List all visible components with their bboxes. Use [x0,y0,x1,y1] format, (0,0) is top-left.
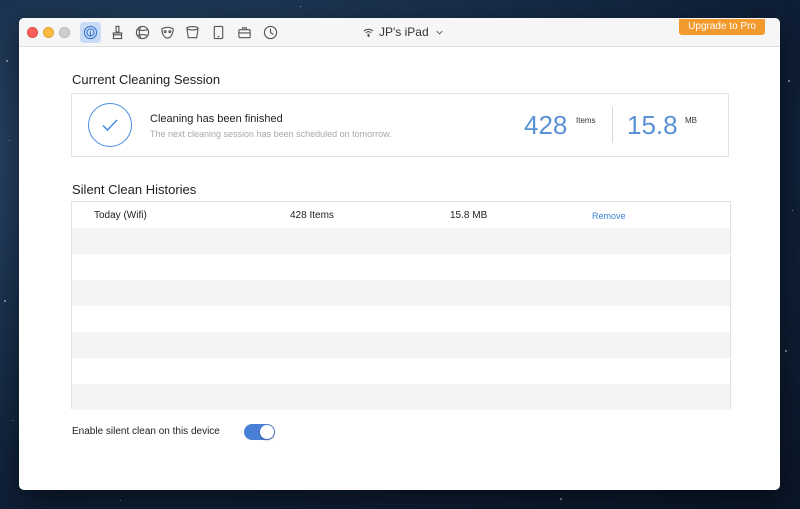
table-row [72,358,730,384]
history-table: Today (Wifi) 428 Items 15.8 MB Remove [71,201,731,410]
session-status: Cleaning has been finished [150,113,283,125]
session-schedule-note: The next cleaning session has been sched… [150,129,392,139]
silent-clean-label: Enable silent clean on this device [72,426,220,437]
brush-icon[interactable] [107,22,128,43]
session-card: Cleaning has been finished The next clea… [71,93,729,157]
histories-title: Silent Clean Histories [72,182,197,197]
table-row: Today (Wifi) 428 Items 15.8 MB Remove [72,202,730,228]
history-items: 428 Items [290,210,334,221]
card-divider [612,107,613,143]
bucket-icon[interactable] [182,22,203,43]
wifi-icon [363,28,374,37]
history-date: Today (Wifi) [94,210,147,221]
table-row [72,228,730,254]
chevron-down-icon [436,30,443,35]
mask-icon[interactable] [157,22,178,43]
toolbox-icon[interactable] [234,22,255,43]
device-name: JP's iPad [379,25,429,39]
device-selector[interactable]: JP's iPad [363,25,445,39]
close-window-button[interactable] [27,27,38,38]
minimize-window-button[interactable] [43,27,54,38]
table-row [72,384,730,410]
current-session-title: Current Cleaning Session [72,72,221,87]
size-value: 15.8 [627,110,678,140]
star [300,6,301,7]
globe-icon[interactable] [132,22,153,43]
touch-icon[interactable] [80,22,101,43]
history-icon[interactable] [260,22,281,43]
star [4,300,6,302]
remove-link[interactable]: Remove [592,211,626,221]
checkmark-icon [88,103,132,147]
items-unit: Items [576,116,596,125]
history-size: 15.8 MB [450,210,488,221]
titlebar: JP's iPad Upgrade to Pro [19,18,780,47]
upgrade-to-pro-button[interactable]: Upgrade to Pro [679,19,765,35]
tablet-icon[interactable] [208,22,229,43]
star [120,500,121,501]
table-row [72,306,730,332]
silent-clean-toggle[interactable] [244,424,275,440]
star [785,350,787,352]
table-row [72,254,730,280]
table-row [72,280,730,306]
star [6,60,8,62]
items-count: 428 [524,110,568,140]
star [560,498,562,500]
star [792,210,793,211]
table-row [72,332,730,358]
star [788,80,790,82]
star [12,420,13,421]
app-window: JP's iPad Upgrade to Pro Current Cleanin… [19,18,780,490]
size-unit: MB [685,116,697,125]
star [9,140,10,141]
maximize-window-button[interactable] [59,27,70,38]
toggle-knob [260,425,274,439]
